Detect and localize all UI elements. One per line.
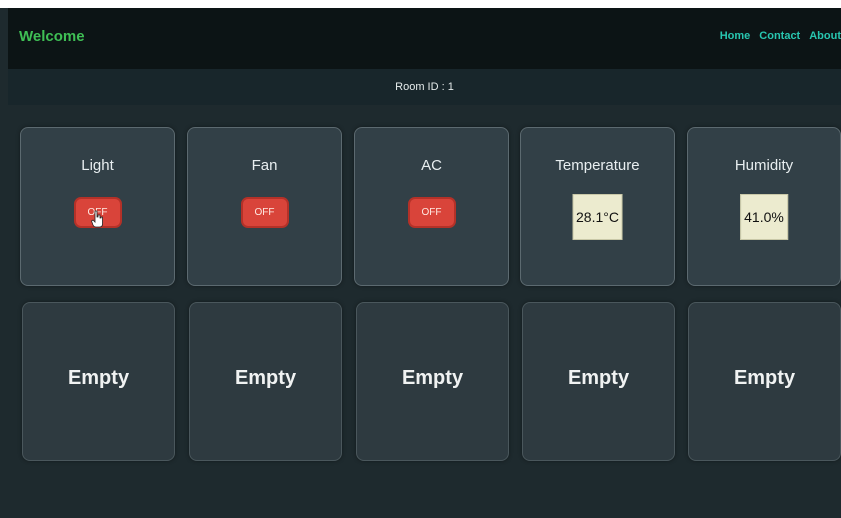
card-light: Light OFF xyxy=(20,127,175,286)
fan-toggle-button[interactable]: OFF xyxy=(240,197,289,228)
card-title-humidity: Humidity xyxy=(734,157,794,174)
card-title-fan: Fan xyxy=(251,157,278,174)
empty-slot-5: Empty xyxy=(688,302,841,461)
ac-toggle-button[interactable]: OFF xyxy=(407,197,456,228)
app-page: Welcome Home Contact About Room ID : 1 L… xyxy=(0,0,841,518)
top-border xyxy=(0,0,841,8)
nav-link-about[interactable]: About xyxy=(809,30,841,42)
empty-label: Empty xyxy=(234,367,297,389)
card-title-light: Light xyxy=(81,157,114,174)
card-title-temperature: Temperature xyxy=(555,157,640,174)
nav-links: Home Contact About xyxy=(720,30,841,42)
nav-link-home[interactable]: Home xyxy=(720,30,751,42)
empty-slot-2: Empty xyxy=(189,302,342,461)
empty-slot-3: Empty xyxy=(356,302,509,461)
room-id-label: Room ID : 1 xyxy=(395,81,454,93)
empty-label: Empty xyxy=(67,367,130,389)
temperature-value: 28.1°C xyxy=(572,194,623,240)
brand-title: Welcome xyxy=(19,27,85,45)
humidity-value: 41.0% xyxy=(740,194,788,240)
empty-slot-1: Empty xyxy=(22,302,175,461)
card-ac: AC OFF xyxy=(354,127,509,286)
card-humidity: Humidity 41.0% xyxy=(687,127,841,286)
card-temperature: Temperature 28.1°C xyxy=(520,127,675,286)
left-gutter xyxy=(0,8,8,518)
card-title-ac: AC xyxy=(421,157,442,174)
card-fan: Fan OFF xyxy=(187,127,342,286)
nav-link-contact[interactable]: Contact xyxy=(759,30,800,42)
room-id-bar: Room ID : 1 xyxy=(8,69,841,105)
hand-cursor-icon xyxy=(91,210,103,228)
empty-label: Empty xyxy=(401,367,464,389)
empty-label: Empty xyxy=(567,367,630,389)
navbar: Welcome Home Contact About xyxy=(8,8,841,69)
empty-label: Empty xyxy=(733,367,796,389)
empty-slot-4: Empty xyxy=(522,302,675,461)
